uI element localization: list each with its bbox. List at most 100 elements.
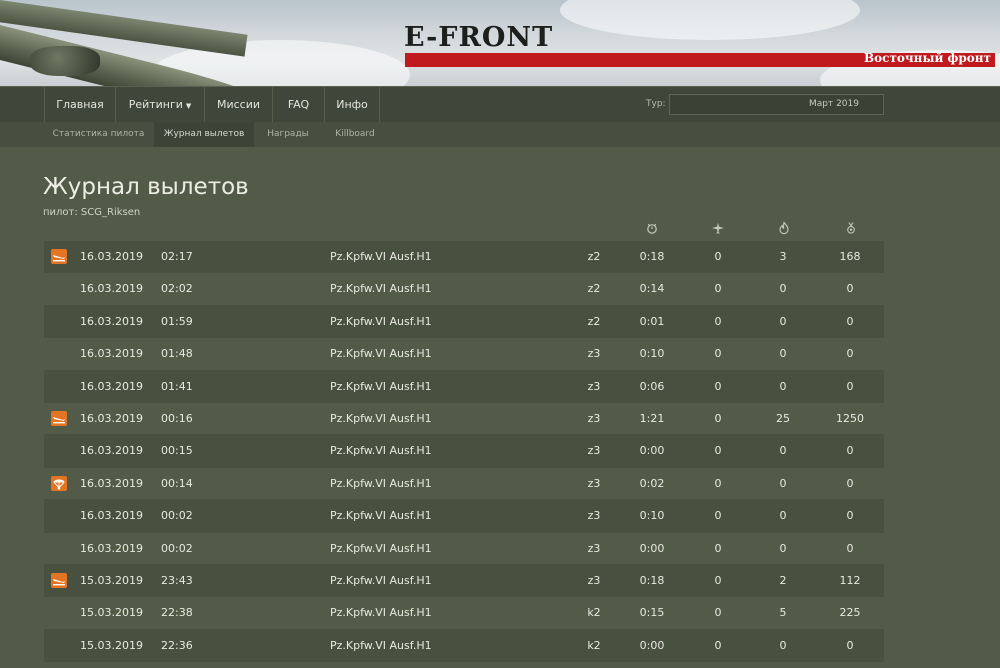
table-row[interactable]: 16.03.2019 00:15 Pz.Kpfw.VI Ausf.H1 z3 0:00 0… <box>44 435 884 468</box>
fire-icon <box>779 221 789 235</box>
sortie-points: 0 <box>846 379 854 393</box>
sortie-ground-kills: 3 <box>779 250 787 263</box>
sortie-duration: 0:15 <box>639 606 665 620</box>
nav-item-missions[interactable]: Миссии <box>204 87 272 123</box>
sortie-air-kills: 0 <box>714 476 722 490</box>
table-row[interactable]: 16.03.2019 00:14 Pz.Kpfw.VI Ausf.H1 z3 0:02 0… <box>44 468 884 501</box>
sortie-zone: z3 <box>587 411 601 425</box>
stopwatch-icon <box>647 223 657 234</box>
sortie-points: 0 <box>846 444 854 458</box>
sortie-time: 23:43 <box>161 573 193 587</box>
sortie-vehicle: Pz.Kpfw.VI Ausf.H1 <box>330 379 432 393</box>
sortie-ground-kills: 0 <box>779 444 787 458</box>
nav-item-ratings[interactable]: Рейтинги ▼ <box>115 87 204 123</box>
sortie-points: 0 <box>846 314 854 328</box>
sortie-time: 02:17 <box>161 250 193 263</box>
sortie-vehicle: Pz.Kpfw.VI Ausf.H1 <box>330 638 432 652</box>
tab-pilot-stats[interactable]: Статистика пилота <box>44 122 153 147</box>
sortie-time: 00:02 <box>161 541 193 555</box>
table-row[interactable]: 16.03.2019 02:02 Pz.Kpfw.VI Ausf.H1 z2 0:14 0… <box>44 273 884 306</box>
sortie-points: 225 <box>839 606 861 620</box>
caret-down-icon: ▼ <box>185 102 192 110</box>
sortie-zone: z3 <box>587 444 601 458</box>
sortie-duration: 0:10 <box>639 509 665 523</box>
pilot-name: пилот: SCG_Riksen <box>43 207 141 218</box>
tab-awards[interactable]: Награды <box>254 122 322 147</box>
sortie-vehicle: Pz.Kpfw.VI Ausf.H1 <box>330 476 432 490</box>
parachute-icon <box>51 475 67 491</box>
nav-item-info[interactable]: Инфо <box>324 87 380 123</box>
main-nav: Главная Рейтинги ▼ Миссии FAQ Инфо Тур: М… <box>0 86 1000 123</box>
nav-item-label: Миссии <box>216 98 261 111</box>
tour-label: Тур: <box>646 99 666 109</box>
sortie-air-kills: 0 <box>714 509 722 523</box>
table-row[interactable]: 16.03.2019 00:02 Pz.Kpfw.VI Ausf.H1 z3 0:10 0… <box>44 500 884 533</box>
header-banner: E-FRONT Восточный фронт <box>0 0 1000 86</box>
sortie-air-kills: 0 <box>714 379 722 393</box>
sortie-ground-kills: 0 <box>779 379 787 393</box>
table-row[interactable]: 16.03.2019 00:02 Pz.Kpfw.VI Ausf.H1 z3 0:00 0… <box>44 533 884 565</box>
sortie-date: 16.03.2019 <box>80 282 143 296</box>
sortie-table: 16.03.2019 02:17 Pz.Kpfw.VI Ausf.H1 z2 0:18 0… <box>44 241 884 663</box>
table-row[interactable]: 15.03.2019 22:36 Pz.Kpfw.VI Ausf.H1 k2 0:00 0… <box>44 629 884 663</box>
tour-select[interactable]: Март 2019 <box>669 94 884 115</box>
aircraft-icon <box>712 222 724 234</box>
sortie-points: 0 <box>846 638 854 652</box>
sortie-points: 1250 <box>836 411 864 425</box>
sortie-ground-kills: 5 <box>779 606 787 620</box>
table-row[interactable]: 16.03.2019 02:17 Pz.Kpfw.VI Ausf.H1 z2 0:18 0… <box>44 241 884 274</box>
sortie-air-kills: 0 <box>714 573 722 587</box>
sortie-zone: z3 <box>587 509 601 523</box>
sortie-duration: 0:00 <box>639 444 665 458</box>
sortie-date: 15.03.2019 <box>80 638 143 652</box>
sortie-zone: z2 <box>587 282 601 296</box>
sortie-air-kills: 0 <box>714 444 722 458</box>
aircraft-engine <box>30 46 100 76</box>
sortie-vehicle: Pz.Kpfw.VI Ausf.H1 <box>330 606 432 620</box>
sortie-ground-kills: 25 <box>776 411 790 425</box>
tab-killboard[interactable]: Killboard <box>322 122 388 147</box>
table-row[interactable]: 15.03.2019 23:43 Pz.Kpfw.VI Ausf.H1 z3 0:18 0… <box>44 564 884 598</box>
sortie-ground-kills: 0 <box>779 314 787 328</box>
page-title: Журнал вылетов <box>43 174 249 200</box>
sortie-points: 0 <box>846 282 854 296</box>
nav-item-home[interactable]: Главная <box>44 87 115 123</box>
sortie-date: 16.03.2019 <box>80 411 143 425</box>
nav-item-faq[interactable]: FAQ <box>272 87 324 123</box>
sortie-duration: 0:10 <box>639 347 665 361</box>
sortie-time: 22:36 <box>161 638 193 652</box>
table-row[interactable]: 15.03.2019 22:38 Pz.Kpfw.VI Ausf.H1 k2 0:15 0… <box>44 597 884 630</box>
table-row[interactable]: 16.03.2019 01:41 Pz.Kpfw.VI Ausf.H1 z3 0:06 0… <box>44 370 884 403</box>
sortie-vehicle: Pz.Kpfw.VI Ausf.H1 <box>330 347 432 361</box>
table-row[interactable]: 16.03.2019 01:59 Pz.Kpfw.VI Ausf.H1 z2 0:01 0… <box>44 305 884 339</box>
sortie-zone: z2 <box>587 250 601 263</box>
sortie-duration: 0:02 <box>639 476 665 490</box>
table-row[interactable]: 16.03.2019 01:48 Pz.Kpfw.VI Ausf.H1 z3 0:10 0… <box>44 338 884 371</box>
sortie-vehicle: Pz.Kpfw.VI Ausf.H1 <box>330 509 432 523</box>
sortie-duration: 1:21 <box>639 411 665 425</box>
sortie-time: 01:48 <box>161 347 193 361</box>
sortie-duration: 0:18 <box>639 250 665 263</box>
sortie-points: 112 <box>839 573 861 587</box>
sortie-zone: z2 <box>587 314 601 328</box>
sortie-time: 00:16 <box>161 411 193 425</box>
sortie-time: 00:14 <box>161 476 193 490</box>
site-logo[interactable]: E-FRONT <box>404 22 553 53</box>
sortie-air-kills: 0 <box>714 411 722 425</box>
sortie-air-kills: 0 <box>714 606 722 620</box>
tab-sortie-log[interactable]: Журнал вылетов <box>154 122 254 147</box>
sortie-duration: 0:14 <box>639 282 665 296</box>
sortie-date: 15.03.2019 <box>80 573 143 587</box>
sortie-vehicle: Pz.Kpfw.VI Ausf.H1 <box>330 573 432 587</box>
nav-item-label: FAQ <box>287 98 310 111</box>
sortie-duration: 0:06 <box>639 379 665 393</box>
sortie-date: 16.03.2019 <box>80 476 143 490</box>
sortie-air-kills: 0 <box>714 638 722 652</box>
sortie-zone: z3 <box>587 379 601 393</box>
table-row[interactable]: 16.03.2019 00:16 Pz.Kpfw.VI Ausf.H1 z3 1:21 0… <box>44 403 884 436</box>
sortie-time: 01:41 <box>161 379 193 393</box>
sortie-points: 168 <box>839 250 861 263</box>
nav-item-label: Инфо <box>336 98 368 111</box>
sortie-duration: 0:01 <box>639 314 665 328</box>
sortie-air-kills: 0 <box>714 314 722 328</box>
